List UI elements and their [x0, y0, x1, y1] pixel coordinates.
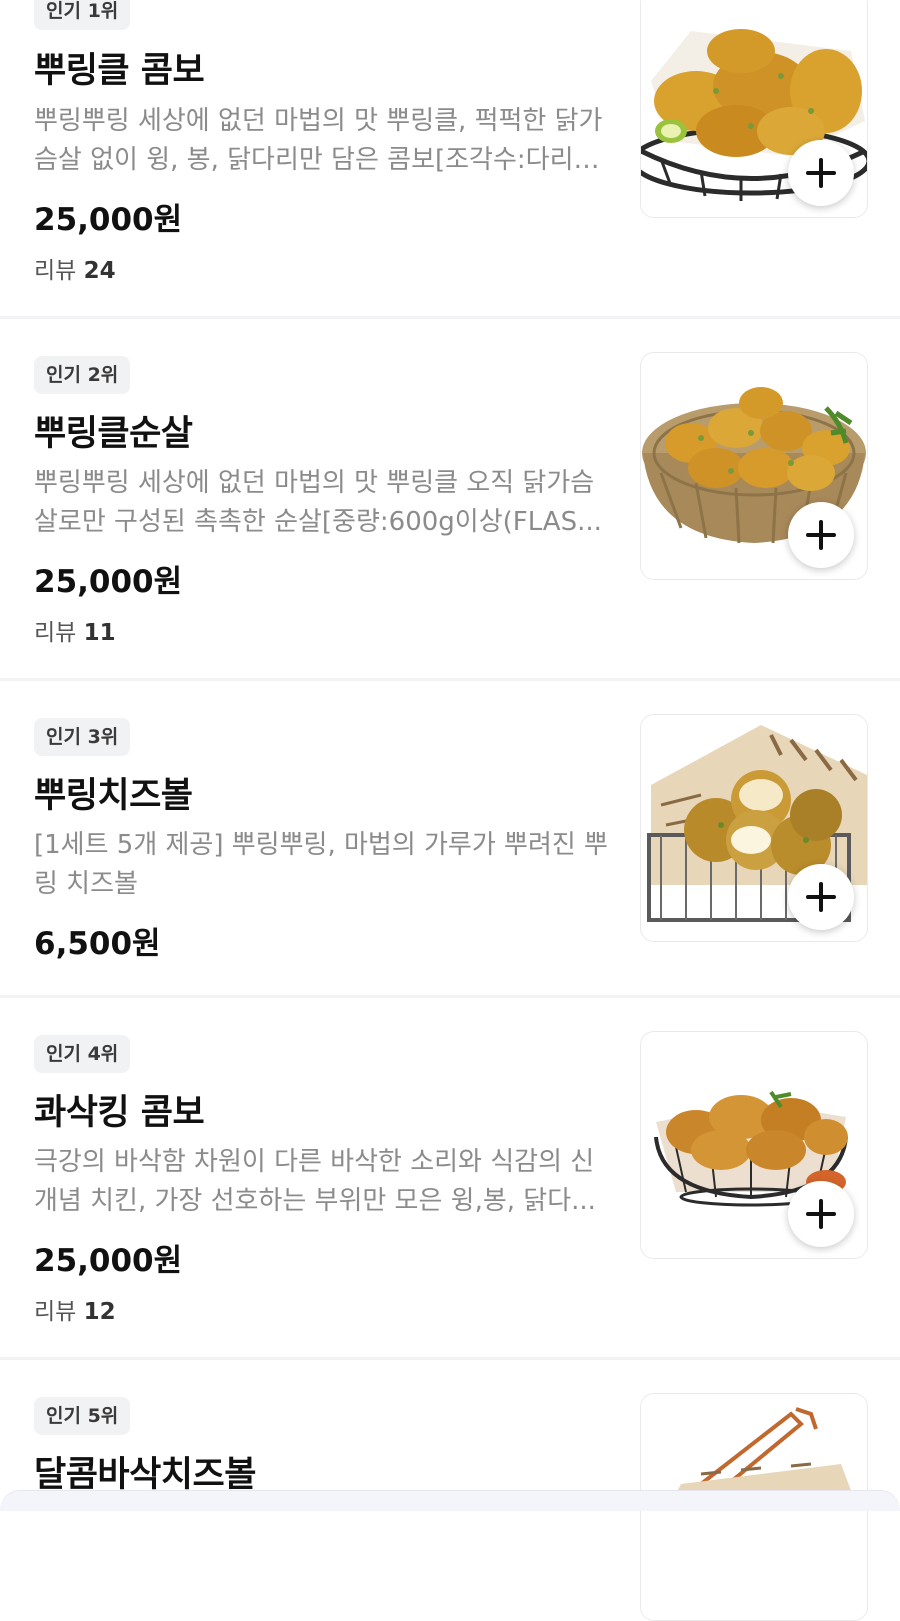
- review-number: 11: [83, 620, 116, 646]
- menu-item-price: 25,000원: [34, 564, 183, 600]
- plus-icon: [806, 520, 836, 550]
- rank-badge: 인기 4위: [34, 1035, 131, 1073]
- plus-icon: [806, 158, 836, 188]
- divider: [0, 316, 900, 319]
- rank-badge: 인기 2위: [34, 356, 131, 394]
- add-to-cart-button[interactable]: [788, 1181, 854, 1247]
- menu-item-description: [1세트 5개 제공] 뿌링뿌링, 마법의 가루가 뿌려진 뿌링 치즈볼: [34, 830, 608, 899]
- add-to-cart-button[interactable]: [788, 502, 854, 568]
- menu-item-price: 25,000원: [34, 1243, 183, 1279]
- review-label: 리뷰: [34, 620, 77, 646]
- menu-item-name[interactable]: 뿌링클 콤보: [34, 42, 205, 93]
- divider: [0, 1357, 900, 1360]
- menu-item-price: 25,000원: [34, 202, 183, 238]
- menu-item-price: 6,500원: [34, 926, 161, 962]
- bottom-sheet-edge: [0, 1490, 900, 1511]
- review-label: 리뷰: [34, 258, 77, 284]
- divider: [0, 995, 900, 998]
- menu-item[interactable]: 인기 4위 콰삭킹 콤보 극강의 바삭함 차원이 다른 바삭한 소리와 식감의 …: [0, 999, 900, 1359]
- menu-item-name[interactable]: 콰삭킹 콤보: [34, 1084, 205, 1135]
- menu-item-name[interactable]: 뿌링치즈볼: [34, 767, 193, 818]
- review-count: 리뷰 24: [34, 251, 116, 285]
- review-number: 12: [83, 1299, 116, 1325]
- divider: [0, 678, 900, 681]
- add-to-cart-button[interactable]: [788, 140, 854, 206]
- review-label: 리뷰: [34, 1299, 77, 1325]
- rank-badge: 인기 5위: [34, 1397, 131, 1435]
- review-count: 리뷰 12: [34, 1292, 116, 1326]
- review-number: 24: [83, 258, 116, 284]
- menu-item-description: 뿌링뿌링 세상에 없던 마법의 맛 뿌링클 오직 닭가슴살로만 구성된 촉촉한 …: [34, 468, 602, 537]
- menu-item[interactable]: 인기 2위 뿌링클순살 뿌링뿌링 세상에 없던 마법의 맛 뿌링클 오직 닭가슴…: [0, 320, 900, 680]
- add-to-cart-button[interactable]: [788, 864, 854, 930]
- menu-item-name[interactable]: 뿌링클순살: [34, 405, 193, 456]
- menu-item[interactable]: 인기 5위 달콤바삭치즈볼: [0, 1361, 900, 1621]
- rank-badge: 인기 3위: [34, 718, 131, 756]
- menu-item[interactable]: 인기 3위 뿌링치즈볼 [1세트 5개 제공] 뿌링뿌링, 마법의 가루가 뿌려…: [0, 682, 900, 996]
- menu-item-description: 뿌링뿌링 세상에 없던 마법의 맛 뿌링클, 퍽퍽한 닭가슴살 없이 윙, 봉,…: [34, 106, 603, 175]
- plus-icon: [806, 1199, 836, 1229]
- review-count: 리뷰 11: [34, 613, 116, 647]
- rank-badge: 인기 1위: [34, 0, 131, 30]
- plus-icon: [806, 882, 836, 912]
- menu-item-description: 극강의 바삭함 차원이 다른 바삭한 소리와 식감의 신개념 치킨, 가장 선호…: [34, 1147, 596, 1216]
- menu-item[interactable]: 인기 1위 뿌링클 콤보 뿌링뿌링 세상에 없던 마법의 맛 뿌링클, 퍽퍽한 …: [0, 0, 900, 318]
